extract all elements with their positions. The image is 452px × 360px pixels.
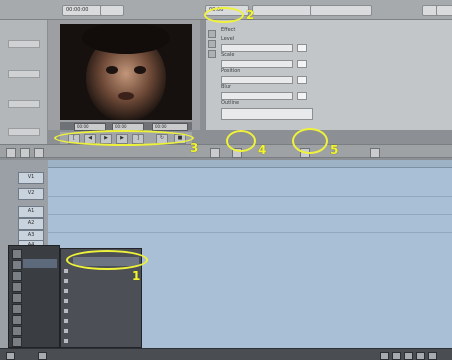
submenu-item[interactable]	[73, 286, 139, 295]
submenu-item[interactable]	[73, 316, 139, 325]
track-divider	[48, 232, 452, 233]
submenu-bullet	[64, 289, 68, 293]
effect-icon[interactable]	[208, 40, 216, 48]
param-value[interactable]	[297, 76, 307, 84]
tool-button[interactable]	[8, 100, 40, 108]
tool-button[interactable]	[8, 128, 40, 136]
param-value[interactable]	[297, 60, 307, 68]
submenu-item[interactable]	[73, 336, 139, 345]
param-label: Outline	[221, 100, 240, 106]
submenu-item[interactable]	[73, 276, 139, 285]
video-frame-image	[60, 24, 192, 120]
timeline-toolbar	[0, 144, 452, 158]
annotation-ring-1	[66, 250, 148, 270]
menu-item-icon	[12, 249, 22, 259]
submenu-bullet	[64, 299, 68, 303]
context-menu-item[interactable]	[23, 281, 57, 290]
left-tool-column	[0, 20, 48, 150]
tool-icon[interactable]	[20, 148, 30, 158]
param-label: Scale	[221, 52, 235, 58]
track-divider	[48, 196, 452, 197]
context-menu	[8, 245, 60, 348]
submenu-item[interactable]	[73, 306, 139, 315]
track-button[interactable]: A1	[18, 206, 44, 218]
clip-menu-button[interactable]	[100, 5, 124, 16]
param-label: Effect	[221, 27, 236, 33]
context-menu-item[interactable]	[23, 336, 57, 345]
submenu-bullet	[64, 339, 68, 343]
context-menu-item[interactable]	[23, 270, 57, 279]
tool-button[interactable]	[8, 70, 40, 78]
param-slider[interactable]	[221, 92, 293, 100]
param-slider[interactable]	[221, 44, 293, 52]
menu-icon[interactable]	[436, 5, 452, 16]
tool-icon[interactable]	[370, 148, 380, 158]
menu-item-icon	[12, 282, 22, 292]
menu-item-icon	[12, 315, 22, 325]
submenu-bullet	[64, 309, 68, 313]
param-label: Position	[221, 68, 241, 74]
status-icon[interactable]	[6, 352, 15, 360]
tool-icon[interactable]	[210, 148, 220, 158]
menu-item-icon	[12, 260, 22, 270]
submenu-item[interactable]	[73, 326, 139, 335]
track-button[interactable]: V1	[18, 172, 44, 184]
context-menu-item[interactable]	[23, 303, 57, 312]
param-label: Level	[221, 36, 235, 42]
submenu-item[interactable]	[73, 296, 139, 305]
field-a[interactable]	[252, 5, 312, 16]
outline-field[interactable]	[221, 108, 313, 120]
context-menu-item[interactable]	[23, 292, 57, 301]
timecode-bar: 00:00 00:00 00:00	[60, 122, 192, 131]
menu-item-icon	[12, 326, 22, 336]
annotation-label-1: 1	[132, 269, 141, 283]
video-preview[interactable]	[60, 24, 192, 120]
annotation-ring-5	[292, 128, 328, 154]
submenu-bullet	[64, 279, 68, 283]
track-divider	[48, 214, 452, 215]
menu-item-icon	[12, 304, 22, 314]
effect-icon[interactable]	[208, 50, 216, 58]
status-icon[interactable]	[38, 352, 47, 360]
status-bar	[0, 348, 452, 360]
context-menu-item[interactable]	[23, 248, 57, 257]
param-slider[interactable]	[221, 76, 293, 84]
menu-item-icon	[12, 337, 22, 347]
status-icon[interactable]	[392, 352, 401, 360]
status-icon[interactable]	[428, 352, 437, 360]
track-button[interactable]: V2	[18, 188, 44, 200]
param-label: Blur	[221, 84, 232, 90]
status-icon[interactable]	[404, 352, 413, 360]
submenu-bullet	[64, 269, 68, 273]
annotation-label-3: 3	[190, 141, 199, 155]
clip-name-field[interactable]: 00:00:00	[62, 5, 104, 16]
param-value[interactable]	[297, 44, 307, 52]
menu-item-icon	[12, 293, 22, 303]
annotation-ring-2	[204, 7, 244, 23]
context-menu-item[interactable]	[23, 314, 57, 323]
annotation-label-2: 2	[246, 8, 255, 22]
tool-button[interactable]	[8, 40, 40, 48]
tool-icon[interactable]	[34, 148, 44, 158]
track-button[interactable]: A2	[18, 218, 44, 230]
tool-icon[interactable]	[6, 148, 16, 158]
annotation-ring-4	[226, 130, 256, 152]
param-slider[interactable]	[221, 60, 293, 68]
annotation-ring-3	[54, 130, 194, 146]
annotation-label-5: 5	[330, 143, 339, 157]
status-icon[interactable]	[416, 352, 425, 360]
param-value[interactable]	[297, 92, 307, 100]
annotation-label-4: 4	[258, 143, 267, 157]
menu-item-icon	[12, 271, 22, 281]
effect-icon[interactable]	[208, 30, 216, 38]
context-menu-item[interactable]	[23, 325, 57, 334]
submenu-bullet	[64, 319, 68, 323]
submenu-bullet	[64, 329, 68, 333]
context-menu-item-selected[interactable]	[23, 259, 57, 268]
timeline-ruler[interactable]	[48, 160, 452, 168]
timecode-duration[interactable]: 00:00	[152, 123, 188, 131]
field-b[interactable]	[310, 5, 372, 16]
status-icon[interactable]	[380, 352, 389, 360]
